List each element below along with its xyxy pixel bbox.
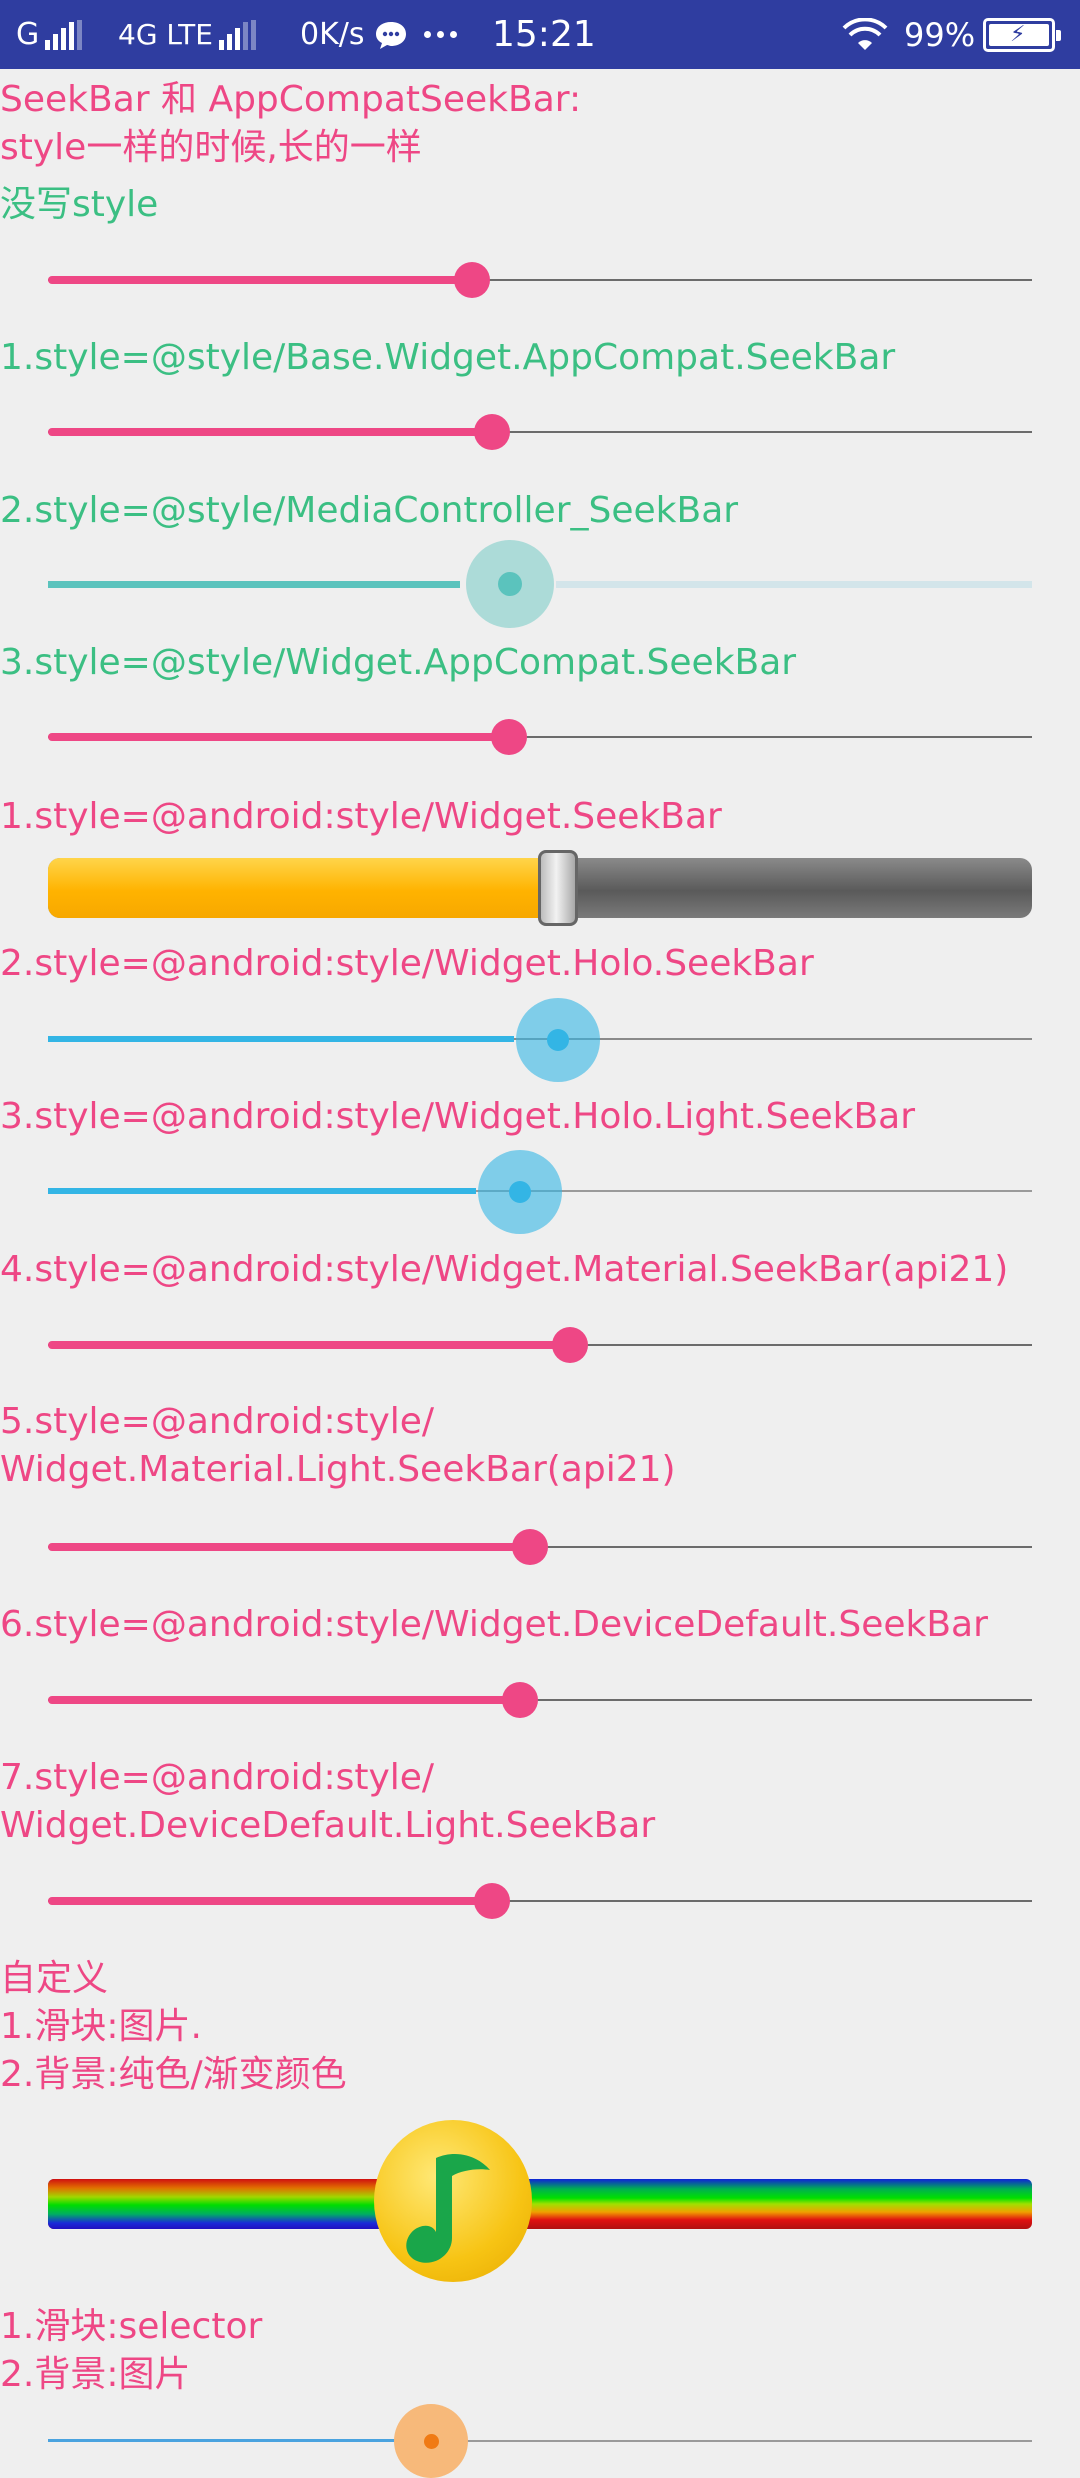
carrier-signal: G — [16, 0, 83, 69]
seekbar-progress — [48, 276, 470, 284]
seekbar-no-style[interactable] — [48, 240, 1032, 320]
seekbar-thumb-center — [509, 1181, 531, 1203]
seekbar-thumb[interactable] — [474, 1883, 510, 1919]
seekbar-progress — [48, 1543, 530, 1551]
seekbar-progress — [48, 1696, 520, 1704]
seekbar-thumb-center — [547, 1029, 569, 1051]
label-android-4: 4.style=@android:style/Widget.Material.S… — [0, 1249, 1009, 1290]
label-appcompat-2: 2.style=@style/MediaController_SeekBar — [0, 490, 739, 531]
seekbar-thumb[interactable] — [512, 1529, 548, 1565]
label-custom-2: 2.背景:纯色/渐变颜色 — [0, 2054, 347, 2095]
speed-label: 0K/s — [300, 17, 365, 52]
label-appcompat-3: 3.style=@style/Widget.AppCompat.SeekBar — [0, 642, 797, 683]
status-bar: G 4G LTE 0K/s 15:21 99% ⚡ — [0, 0, 1080, 69]
label-android-7-line-2: Widget.DeviceDefault.Light.SeekBar — [0, 1805, 656, 1846]
seekbar-progress — [48, 1036, 514, 1042]
label-android-2: 2.style=@android:style/Widget.Holo.SeekB… — [0, 943, 814, 984]
label-selector-2: 2.背景:图片 — [0, 2354, 191, 2395]
seekbar-device-default-light[interactable] — [48, 1861, 1032, 1941]
signal-icon — [45, 19, 83, 50]
label-custom-title: 自定义 — [0, 1958, 109, 1999]
seekbar-material[interactable] — [48, 1305, 1032, 1385]
seekbar-thumb[interactable] — [502, 1682, 538, 1718]
chat-notification-icon — [374, 0, 408, 69]
network-speed: 0K/s — [300, 0, 365, 69]
label-android-5-line-2: Widget.Material.Light.SeekBar(api21) — [0, 1449, 676, 1490]
seekbar-progress — [48, 2439, 398, 2442]
network-label: 4G LTE — [118, 18, 213, 51]
seekbar-material-light[interactable] — [48, 1507, 1032, 1587]
clock: 15:21 — [492, 0, 596, 69]
seekbar-progress — [48, 858, 568, 918]
seekbar-android-widget[interactable] — [48, 850, 1032, 926]
seekbar-custom-image[interactable] — [48, 2120, 1032, 2290]
seekbar-base-appcompat[interactable] — [48, 392, 1032, 472]
label-android-7-line-1: 7.style=@android:style/ — [0, 1757, 435, 1798]
signal-icon — [218, 19, 256, 50]
seekbar-device-default[interactable] — [48, 1660, 1032, 1740]
label-android-6: 6.style=@android:style/Widget.DeviceDefa… — [0, 1604, 988, 1645]
seekbar-media-controller[interactable] — [48, 540, 1032, 628]
seekbar-thumb[interactable] — [538, 850, 578, 926]
label-appcompat-1: 1.style=@style/Base.Widget.AppCompat.See… — [0, 337, 896, 378]
seekbar-thumb[interactable] — [454, 262, 490, 298]
more-notifications-icon — [424, 0, 457, 69]
seekbar-holo-light[interactable] — [48, 1150, 1032, 1234]
seekbar-progress — [48, 1897, 492, 1905]
carrier-label: G — [16, 17, 40, 52]
seekbar-thumb[interactable] — [552, 1327, 588, 1363]
seekbar-progress — [48, 1341, 570, 1349]
label-selector-1: 1.滑块:selector — [0, 2306, 263, 2347]
label-no-style: 没写style — [0, 184, 159, 225]
wifi-icon — [842, 0, 888, 69]
battery-percent: 99% — [904, 0, 975, 69]
time-label: 15:21 — [492, 14, 596, 55]
seekbar-widget-appcompat[interactable] — [48, 697, 1032, 777]
seekbar-thumb-center — [424, 2434, 439, 2449]
label-android-1: 1.style=@android:style/Widget.SeekBar — [0, 796, 722, 837]
seekbar-selector[interactable] — [48, 2404, 1032, 2478]
music-note-icon[interactable] — [374, 2120, 532, 2282]
seekbar-thumb[interactable] — [491, 719, 527, 755]
seekbar-progress — [48, 581, 460, 588]
seekbar-thumb[interactable] — [474, 414, 510, 450]
header-line-2: style一样的时候,长的一样 — [0, 127, 422, 168]
battery-label: 99% — [904, 15, 976, 54]
seekbar-progress — [48, 1188, 476, 1194]
seekbar-thumb-center — [498, 572, 522, 596]
network-indicator: 4G LTE — [118, 0, 256, 69]
seekbar-progress — [48, 428, 490, 436]
seekbar-holo[interactable] — [48, 998, 1032, 1082]
label-android-5-line-1: 5.style=@android:style/ — [0, 1401, 435, 1442]
label-custom-1: 1.滑块:图片. — [0, 2006, 202, 2047]
seekbar-progress — [48, 733, 509, 741]
battery-icon: ⚡ — [983, 18, 1061, 52]
label-android-3: 3.style=@android:style/Widget.Holo.Light… — [0, 1096, 916, 1137]
header-line-1: SeekBar 和 AppCompatSeekBar: — [0, 79, 582, 120]
